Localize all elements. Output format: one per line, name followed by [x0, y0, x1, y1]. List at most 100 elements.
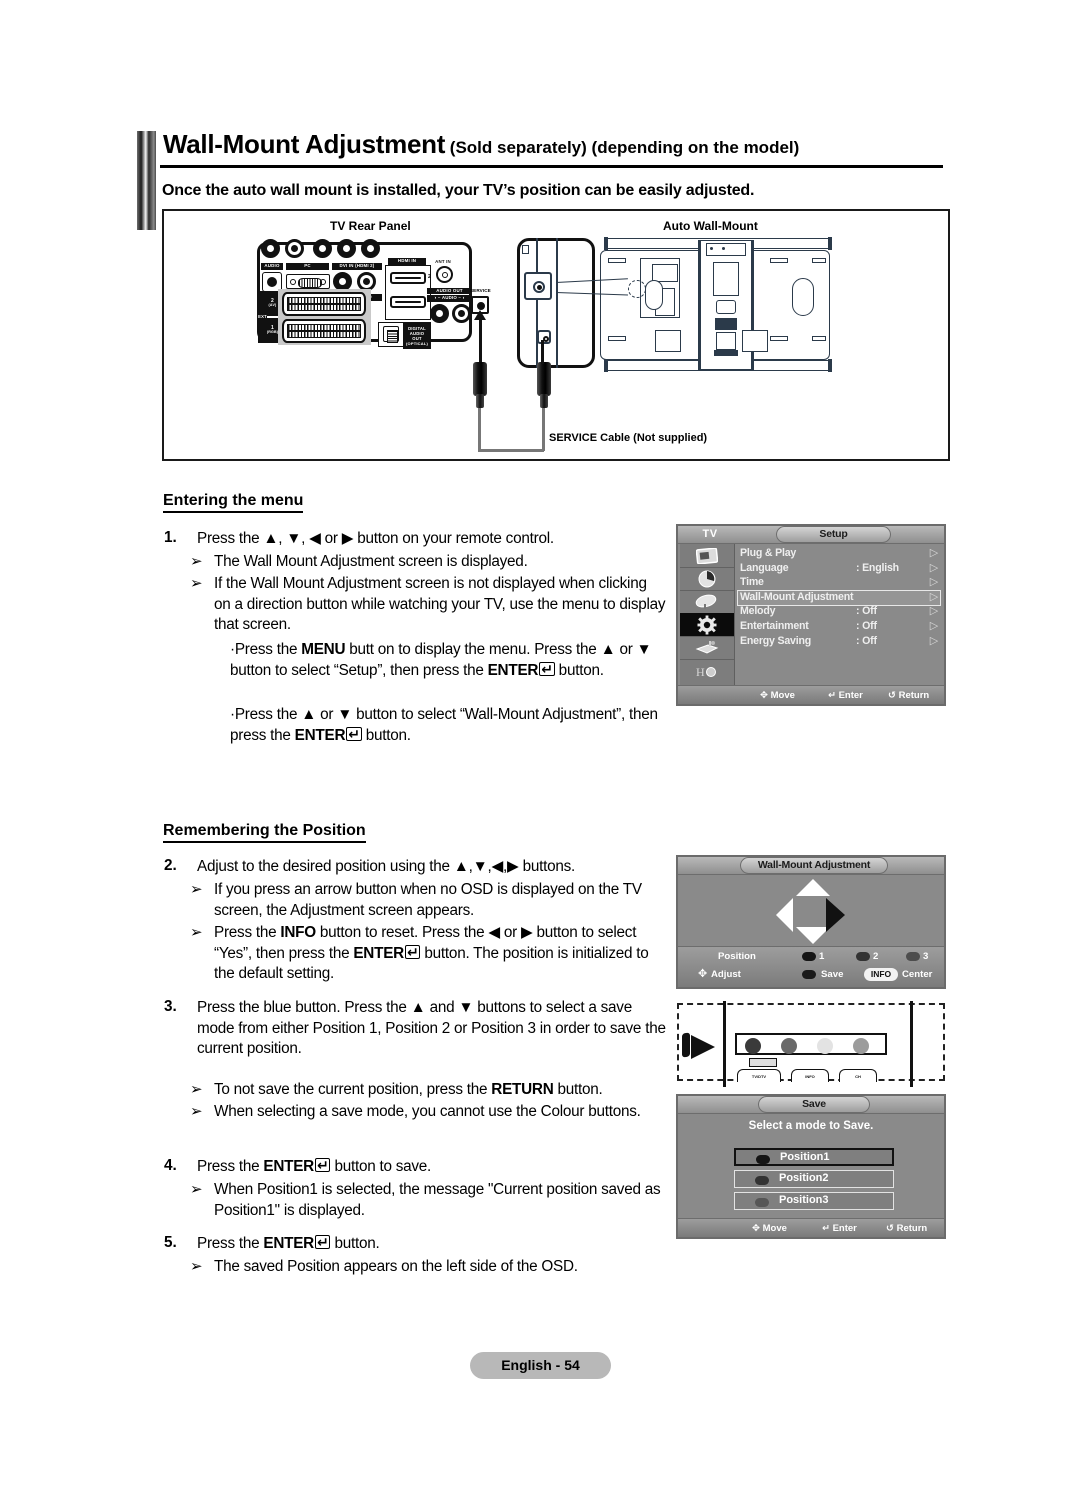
label-audio-out-lr: ◑ – AUDIO – ◐	[427, 295, 472, 302]
bullet-arrow-icon: ➢	[190, 1080, 203, 1098]
osd-footer-return: ↺ Return	[888, 690, 930, 701]
step-1-sub-note-1: ·Press the MENU butt on to display the m…	[230, 641, 652, 679]
menu-value: : Off	[856, 619, 877, 632]
picture-icon	[696, 547, 718, 564]
setup-osd-screenshot: TV Setup H Plug & Play ▷ Language: Engl…	[676, 524, 946, 706]
menu-label: Time	[740, 576, 764, 589]
scart-connector-1-icon	[282, 319, 366, 343]
sound-icon	[698, 570, 716, 587]
page-title-note-1: (Sold separately)	[449, 138, 587, 157]
sidebar-item-picture[interactable]	[680, 544, 734, 568]
label-ext: EXT	[258, 291, 267, 343]
position-label: Position	[718, 951, 756, 962]
osd-footer-move: ✥ Move	[752, 1223, 787, 1234]
osd-title-save: Save	[758, 1096, 870, 1113]
setup-menu-list: Plug & Play ▷ Language : English ▷ Time …	[737, 547, 941, 650]
chevron-right-icon: ▷	[929, 576, 938, 589]
arrow-down-icon[interactable]	[796, 927, 830, 944]
label-scart-2: 2 (AV)	[267, 291, 278, 316]
menu-row-entertainment[interactable]: Entertainment : Off ▷	[738, 620, 940, 635]
remote-key-info[interactable]: INFO	[791, 1069, 829, 1082]
bullet-arrow-icon: ➢	[190, 552, 203, 570]
colour-button-yellow[interactable]	[817, 1037, 833, 1054]
arrow-left-icon[interactable]	[776, 898, 793, 932]
position-1-color-dot	[802, 952, 816, 961]
menu-row-wall-mount-adjustment[interactable]: Wall-Mount Adjustment ▷	[737, 589, 941, 607]
menu-row-language[interactable]: Language : English ▷	[738, 562, 940, 577]
dpad-glyph-icon: ✥	[698, 968, 708, 980]
bullet-arrow-icon: ➢	[190, 923, 203, 941]
sidebar-item-channel[interactable]	[680, 590, 734, 614]
colour-button-red[interactable]	[745, 1037, 761, 1054]
colour-button-blue[interactable]	[853, 1037, 869, 1054]
page-title-main: Wall-Mount Adjustment	[163, 129, 446, 159]
header-accent-bar	[137, 131, 156, 230]
step-1-text: Press the ▲, ▼, ◀ or ▶ button on your re…	[197, 530, 554, 547]
menu-label: Language	[740, 561, 789, 574]
arrow-up-icon[interactable]	[796, 879, 830, 896]
step-2-note-1: If you press an arrow button when no OSD…	[214, 881, 642, 919]
bullet-arrow-icon: ➢	[190, 1180, 203, 1198]
osd-title-setup: Setup	[776, 526, 891, 543]
wall-mount-service-port-icon	[524, 272, 552, 300]
remote-key-tv-dtv[interactable]: TV/DTV	[737, 1069, 781, 1082]
rca-jack-icon	[285, 239, 304, 258]
wall-mount-osd-footer: Position 1 2 3 ✥ Adjust Save INFO Center	[678, 946, 944, 987]
save-option-label: Position2	[779, 1172, 829, 1184]
step-1-note-2: If the Wall Mount Adjustment screen is n…	[214, 575, 666, 634]
step-number-2: 2.	[164, 857, 177, 874]
sidebar-item-support[interactable]: H	[680, 659, 734, 682]
optical-port-icon	[383, 326, 399, 343]
bullet-arrow-icon: ➢	[190, 1257, 203, 1275]
osd-footer-return: ↺ Return	[886, 1223, 928, 1234]
figure-caption-service-cable: SERVICE Cable (Not supplied)	[549, 432, 708, 444]
save-color-dot	[802, 970, 816, 979]
menu-row-melody[interactable]: Melody : Off ▷	[738, 605, 940, 620]
direction-pad[interactable]	[678, 877, 944, 952]
osd-title-wall-mount-adjustment: Wall-Mount Adjustment	[740, 857, 888, 874]
sidebar-item-sound[interactable]	[680, 567, 734, 591]
menu-label: Entertainment	[740, 619, 809, 632]
save-option-position2[interactable]: Position2	[734, 1170, 894, 1188]
adjust-label: Adjust	[711, 969, 741, 980]
chevron-right-icon: ▷	[929, 634, 938, 647]
menu-row-time[interactable]: Time ▷	[738, 576, 940, 591]
sidebar-item-setup[interactable]	[680, 613, 734, 637]
arrow-right-icon[interactable]	[826, 898, 845, 932]
sidebar-item-input[interactable]	[680, 636, 734, 660]
pc-dsub-connector-icon	[286, 274, 330, 289]
chevron-right-icon: ▷	[929, 605, 938, 618]
label-audio: AUDIO	[261, 263, 283, 270]
step-number-3: 3.	[164, 998, 177, 1015]
save-option-position1[interactable]: Position1	[734, 1148, 894, 1166]
title-divider	[160, 165, 943, 168]
rca-jack-row	[261, 239, 381, 261]
colour-button-green[interactable]	[781, 1037, 797, 1054]
page-title-note-2: (depending on the model)	[591, 138, 800, 157]
save-option-position3[interactable]: Position3	[734, 1192, 894, 1210]
wall-mount-adjustment-osd-screenshot: Wall-Mount Adjustment Position 1 2 3 ✥ A…	[676, 855, 946, 989]
page-subtitle: Once the auto wall mount is installed, y…	[162, 182, 755, 199]
menu-label: Plug & Play	[740, 547, 797, 559]
remote-colour-buttons-detail: TV/DTV INFO CH	[677, 1001, 945, 1087]
step-5-text: Press the ENTER ↵ button.	[197, 1234, 380, 1252]
save-osd-screenshot: Save Select a mode to Save. Position1 Po…	[676, 1094, 946, 1239]
label-digital-audio-out: DIGITAL AUDIO OUT (OPTICAL)	[403, 322, 431, 349]
step-2-text: Adjust to the desired position using the…	[197, 858, 576, 875]
chevron-right-icon: ▷	[929, 561, 938, 574]
menu-row-energy-saving[interactable]: Energy Saving : Off ▷	[738, 635, 940, 650]
colour-button-bar	[735, 1033, 887, 1055]
menu-row-plug-and-play[interactable]: Plug & Play ▷	[738, 547, 940, 562]
step-1-sub-note-2: ·Press the ▲ or ▼ button to select “Wall…	[230, 706, 658, 744]
info-button-badge[interactable]: INFO	[864, 968, 898, 981]
manual-page: Wall-Mount Adjustment (Sold separately) …	[0, 0, 1080, 1486]
rca-jack-icon	[337, 239, 356, 258]
ant-in-jack-icon	[436, 266, 453, 283]
position-3-color-dot	[755, 1197, 769, 1207]
remote-key-ch[interactable]: CH	[839, 1069, 877, 1082]
bullet-arrow-icon: ➢	[190, 1102, 203, 1120]
save-option-label: Position3	[779, 1194, 829, 1206]
rca-jack-icon	[361, 239, 380, 258]
support-icon: H	[696, 665, 716, 679]
save-instruction-text: Select a mode to Save.	[748, 1120, 874, 1132]
